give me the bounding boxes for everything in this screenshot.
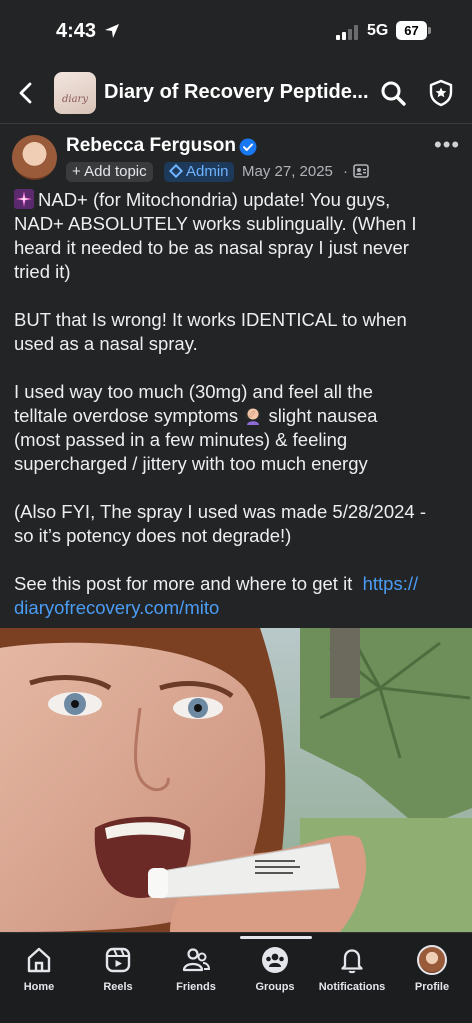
- network-type: 5G: [367, 22, 389, 39]
- home-icon: [27, 947, 51, 973]
- post-paragraph: See this post for more and where to get …: [14, 572, 462, 620]
- admin-shield-icon[interactable]: [426, 78, 456, 108]
- admin-badge: Admin: [164, 162, 234, 182]
- nav-reels-label: Reels: [103, 981, 133, 993]
- author-name[interactable]: Rebecca Ferguson: [66, 135, 236, 157]
- nav-profile[interactable]: Profile: [394, 945, 470, 997]
- signal-icon: [336, 25, 358, 40]
- post-line: tried it): [14, 261, 71, 282]
- search-icon[interactable]: [379, 79, 407, 107]
- active-tab-indicator: [240, 936, 312, 939]
- location-arrow-icon: [105, 24, 119, 38]
- post-line: supercharged / jittery with too much ene…: [14, 453, 368, 474]
- post-line: so it’s potency does not degrade!): [14, 525, 292, 546]
- group-thumbnail-logo: diary: [62, 94, 88, 105]
- nav-notifications[interactable]: Notifications: [314, 945, 390, 997]
- more-options-icon[interactable]: •••: [434, 134, 460, 156]
- status-time: 4:43: [56, 20, 97, 42]
- admin-diamond-icon: [168, 163, 184, 179]
- friends-icon: [182, 948, 211, 972]
- post-date[interactable]: May 27, 2025: [242, 162, 333, 182]
- sparkle-emoji-icon: [14, 189, 34, 209]
- post-line: BUT that Is wrong! It works IDENTICAL to…: [14, 309, 407, 330]
- bell-icon: [341, 949, 363, 974]
- nav-friends[interactable]: Friends: [158, 945, 234, 997]
- post-photo-illustration: [0, 628, 472, 932]
- post-line: NAD+ ABSOLUTELY works sublingually. (Whe…: [14, 213, 417, 234]
- profile-avatar: [417, 945, 447, 975]
- groups-icon: [262, 947, 288, 973]
- post-text: NAD+ (for Mitochondria) update! You guys…: [14, 188, 462, 644]
- nav-groups[interactable]: Groups: [237, 945, 313, 997]
- post-line: telltale overdose symptoms: [14, 405, 239, 426]
- nav-home-label: Home: [23, 981, 55, 993]
- post-paragraph: I used way too much (30mg) and feel all …: [14, 380, 462, 476]
- post-line: NAD+ (for Mitochondria) update! You guys…: [38, 189, 391, 210]
- post-line: heard it needed to be as nasal spray I j…: [14, 237, 409, 258]
- author-avatar[interactable]: [12, 135, 57, 180]
- nav-notifications-label: Notifications: [318, 981, 386, 993]
- post-link[interactable]: diaryofrecovery.com/mito: [14, 596, 462, 620]
- battery-level: 67: [396, 21, 427, 40]
- admin-label: Admin: [186, 163, 229, 180]
- post-line: used as a nasal spray.: [14, 333, 198, 354]
- group-header: diary Diary of Recovery Peptide...: [0, 62, 472, 124]
- group-title[interactable]: Diary of Recovery Peptide...: [104, 81, 369, 104]
- post-line: See this post for more and where to get …: [14, 573, 353, 594]
- group-audience-icon: [353, 164, 369, 178]
- post-line: I used way too much (30mg) and feel all …: [14, 381, 373, 402]
- post-photo[interactable]: [0, 628, 472, 932]
- post-link[interactable]: https://: [363, 573, 419, 594]
- group-thumbnail[interactable]: diary: [54, 72, 96, 114]
- back-arrow-icon[interactable]: [12, 78, 40, 108]
- date-separator: ·: [343, 163, 348, 180]
- nav-reels[interactable]: Reels: [80, 945, 156, 997]
- status-bar: 4:43 5G 67: [0, 0, 472, 62]
- post-line: (most passed in a few minutes) & feeling: [14, 429, 348, 450]
- battery-icon: 67: [396, 21, 432, 40]
- verified-badge-icon: [239, 138, 257, 156]
- nav-friends-label: Friends: [176, 981, 216, 993]
- post-line: slight nausea: [268, 405, 378, 426]
- post-line: (Also FYI, The spray I used was made 5/2…: [14, 501, 427, 522]
- nav-profile-label: Profile: [414, 981, 450, 993]
- woman-facepalm-emoji-icon: [246, 408, 261, 425]
- post-paragraph: NAD+ (for Mitochondria) update! You guys…: [14, 188, 462, 284]
- nav-groups-label: Groups: [255, 981, 295, 993]
- post-paragraph: BUT that Is wrong! It works IDENTICAL to…: [14, 308, 462, 356]
- add-topic-button[interactable]: + Add topic: [66, 162, 153, 182]
- reels-icon: [105, 947, 131, 973]
- nav-home[interactable]: Home: [1, 945, 77, 997]
- post-paragraph: (Also FYI, The spray I used was made 5/2…: [14, 500, 462, 548]
